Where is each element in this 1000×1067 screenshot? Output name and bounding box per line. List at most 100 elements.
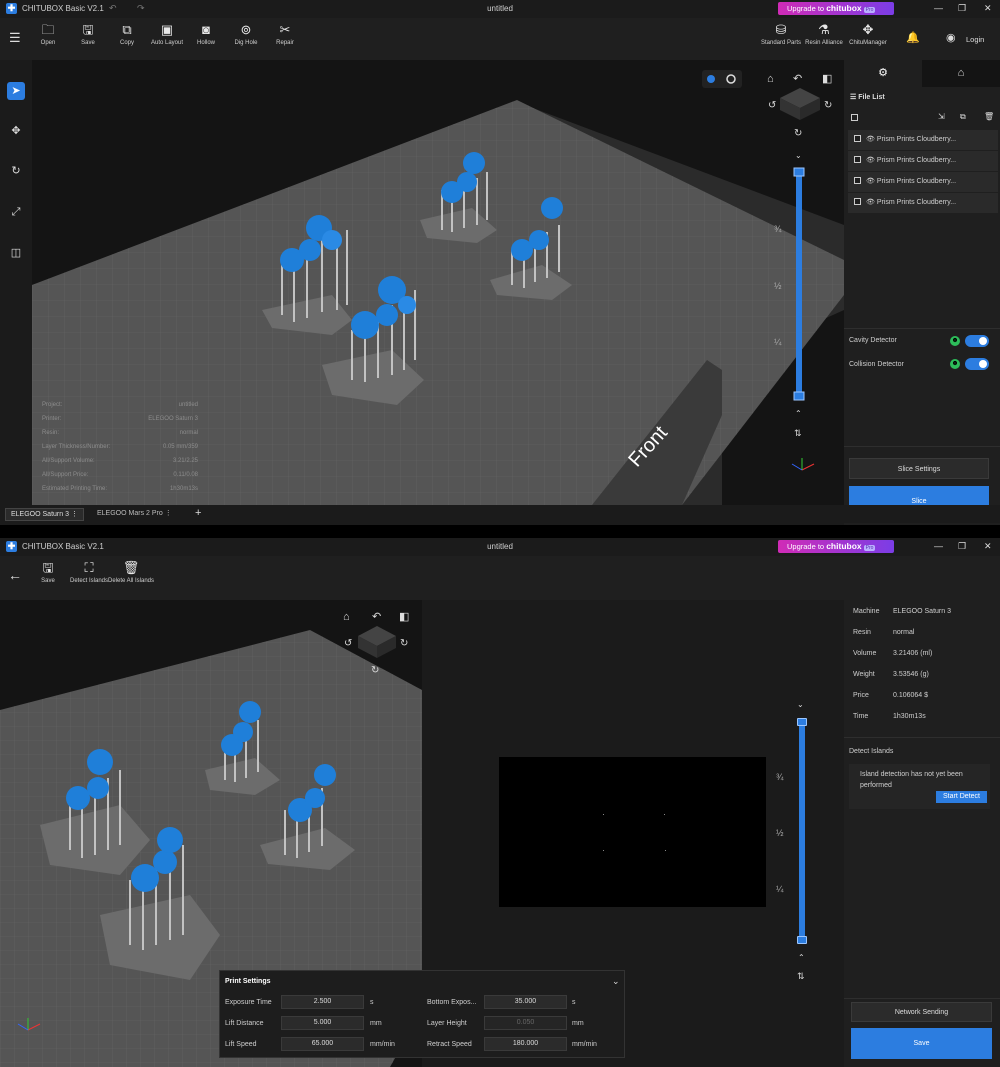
home-view-icon[interactable]: ⌂ [343,611,350,623]
mirror-tool-icon[interactable]: ◫ [7,244,25,262]
info-label: Estimated Printing Time: [42,486,107,492]
repair-button[interactable]: ✂ Repair [260,18,310,46]
slider-down-icon[interactable]: ⌃ [795,409,802,418]
menu-icon[interactable]: ☰ [9,30,21,46]
file-list-item[interactable]: 👁 Prism Prints Cloudberry... [848,193,998,213]
network-sending-button[interactable]: Network Sending [851,1002,992,1022]
solid-view-icon[interactable] [707,75,715,83]
orbit-right-icon[interactable]: ↻ [824,100,832,111]
select-tool-icon[interactable]: ➤ [7,82,25,100]
maximize-icon[interactable]: ❐ [958,3,966,14]
rotate-view-icon[interactable]: ↶ [793,73,802,85]
eye-icon[interactable]: 👁 [866,178,875,185]
eye-icon[interactable]: 👁 [866,199,875,206]
layer-slider-track[interactable] [796,168,802,400]
detect-islands-label: Detect Islands [69,578,109,584]
export-icon[interactable]: ⧉ [960,112,966,122]
close-icon[interactable]: ✕ [984,3,992,14]
spec-label: Resin [853,629,871,636]
orbit-down-icon[interactable]: ↻ [371,665,379,676]
info-label: Layer Thickness/Number: [42,444,111,450]
maximize-icon[interactable]: ❐ [958,541,966,552]
orbit-down-icon[interactable]: ↻ [794,128,802,139]
printer-tab[interactable]: ELEGOO Mars 2 Pro ⋮ [92,508,177,521]
spec-value: 3.53546 (g) [893,671,929,678]
chitumanager-label: ChituManager [849,40,887,46]
upgrade-button[interactable]: Upgrade to chitubox Pro [778,2,894,15]
rotate-view-icon[interactable]: ↶ [372,611,381,623]
delete-all-islands-button[interactable]: 🗑 Delete All Islands [107,556,155,584]
3d-viewport[interactable]: Front Project: untitled Printer: ELEGOO Sa… [32,60,844,505]
slider-down-icon[interactable]: ⌃ [798,953,805,962]
minimize-icon[interactable]: — [934,3,943,13]
slice-settings-button[interactable]: Slice Settings [849,458,989,479]
layer-slider-track[interactable] [799,718,805,944]
orbit-left-icon[interactable]: ↺ [768,100,776,111]
exposure-time-input[interactable]: 2.500 [281,995,364,1009]
select-all-checkbox[interactable] [851,114,858,121]
import-icon[interactable]: ⇲ [938,112,945,121]
upgrade-button[interactable]: Upgrade to chitubox Pro [778,540,894,553]
printer-tab-active[interactable]: ELEGOO Saturn 3 ⋮ [5,508,84,521]
add-printer-tab-button[interactable]: + [195,507,201,519]
layer-slider-top-knob[interactable] [797,718,807,726]
lift-speed-input[interactable]: 65.000 [281,1037,364,1051]
lift-distance-input[interactable]: 5.000 [281,1016,364,1030]
scale-tool-icon[interactable]: ⤢ [7,203,25,221]
upgrade-badge: Pro [863,7,876,13]
slider-up-icon[interactable]: ⌄ [797,700,804,709]
layer-swap-icon[interactable]: ⇅ [797,971,805,982]
retract-speed-input[interactable]: 180.000 [484,1037,567,1051]
layer-height-label: Layer Height [427,1020,467,1027]
perspective-icon[interactable]: ◧ [399,611,409,623]
move-tool-icon[interactable]: ✥ [7,122,25,140]
cavity-status-icon: ☻ [950,336,960,346]
tab-more-icon[interactable]: ⋮ [165,510,172,517]
start-detect-button[interactable]: Start Detect [936,791,987,803]
resin-alliance-button[interactable]: ⚗ Resin Alliance [800,18,848,46]
slider-up-icon[interactable]: ⌄ [795,151,802,160]
cavity-detector-toggle[interactable] [965,335,989,347]
save-output-button[interactable]: Save [851,1028,992,1059]
notification-icon[interactable]: 🔔 [906,31,920,44]
back-arrow-icon[interactable]: ← [8,567,22,583]
open-label: Open [40,40,56,46]
close-icon[interactable]: ✕ [984,541,992,552]
layer-slider-top-knob[interactable] [793,167,805,177]
collision-detector-toggle[interactable] [965,358,989,370]
delete-all-islands-label: Delete All Islands [107,578,155,584]
file-list-item[interactable]: 👁 Prism Prints Cloudberry... [848,130,998,150]
eye-icon[interactable]: 👁 [866,136,875,143]
file-checkbox[interactable] [854,156,861,163]
login-link[interactable]: Login [966,35,984,44]
orbit-right-icon[interactable]: ↻ [400,638,408,649]
layer-swap-icon[interactable]: ⇅ [794,428,802,438]
minimize-icon[interactable]: — [934,541,943,551]
orbit-left-icon[interactable]: ↺ [344,638,352,649]
main-window: ✚ CHITUBOX Basic V2.1 ↶ ↷ untitled Upgra… [0,0,1000,525]
panel-tab-files[interactable]: ⚙ [844,60,922,87]
file-checkbox[interactable] [854,135,861,142]
collapse-chevron-icon[interactable]: ⌄ [612,976,620,987]
tab-more-icon[interactable]: ⋮ [71,511,78,518]
rotate-tool-icon[interactable]: ↻ [7,162,25,180]
layer-slider-bottom-knob[interactable] [793,391,805,401]
file-list-item[interactable]: 👁 Prism Prints Cloudberry... [848,151,998,171]
file-list-item[interactable]: 👁 Prism Prints Cloudberry... [848,172,998,192]
bottom-exposure-input[interactable]: 35.000 [484,995,567,1009]
home-view-icon[interactable]: ⌂ [767,73,774,85]
file-checkbox[interactable] [854,198,861,205]
slider-mark: ½ [774,281,782,291]
eye-icon[interactable]: 👁 [866,157,875,164]
panel-tab-print[interactable]: ⌂ [922,60,1000,87]
file-checkbox[interactable] [854,177,861,184]
lift-distance-unit: mm [370,1020,382,1027]
chitumanager-button[interactable]: ✥ ChituManager [845,18,891,46]
perspective-icon[interactable]: ◧ [822,73,832,85]
save-label: Save [41,578,55,584]
delete-icon[interactable]: 🗑 [984,112,994,121]
layer-pixel [665,850,666,851]
user-avatar-icon[interactable]: ◉ [946,31,956,44]
resin-alliance-label: Resin Alliance [805,40,843,46]
layer-slider-bottom-knob[interactable] [797,936,807,944]
